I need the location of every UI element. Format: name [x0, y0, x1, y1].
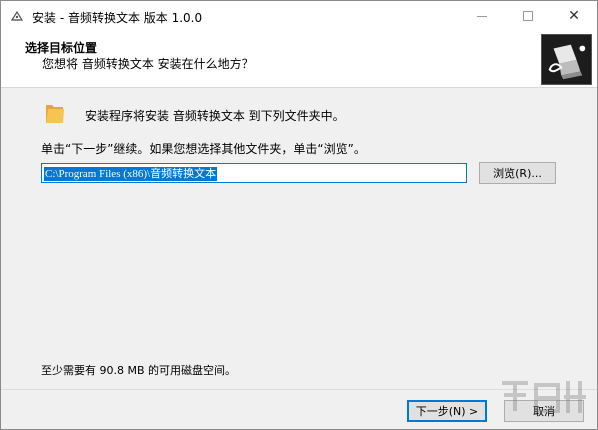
minimize-icon: [477, 15, 487, 17]
maximize-button[interactable]: [505, 1, 551, 31]
minimize-button[interactable]: [459, 1, 505, 31]
close-icon: ✕: [568, 8, 580, 24]
next-button[interactable]: 下一步(N) >: [407, 400, 487, 422]
site-watermark-logo: [502, 381, 586, 413]
installer-window: 安装 - 音频转换文本 版本 1.0.0 ✕ 选择目标位置 您想将 音频转换文本…: [0, 0, 598, 430]
wizard-header: 选择目标位置 您想将 音频转换文本 安装在什么地方？: [1, 31, 597, 88]
instruction-message: 单击“下一步”继续。如果您想选择其他文件夹，单击“浏览”。: [41, 142, 366, 156]
title-bar[interactable]: 安装 - 音频转换文本 版本 1.0.0 ✕: [1, 1, 597, 31]
install-path-value: C:\Program Files (x86)\音频转换文本: [44, 167, 218, 181]
maximize-icon: [523, 11, 533, 21]
install-path-input[interactable]: C:\Program Files (x86)\音频转换文本: [41, 163, 467, 183]
page-title: 选择目标位置: [25, 41, 98, 55]
page-subtitle: 您想将 音频转换文本 安装在什么地方？: [42, 57, 254, 71]
browse-button[interactable]: 浏览(R)...: [479, 162, 556, 184]
window-title: 安装 - 音频转换文本 版本 1.0.0: [32, 11, 203, 25]
installer-app-icon: [10, 10, 24, 21]
close-button[interactable]: ✕: [551, 1, 597, 31]
disk-space-message: 至少需要有 90.8 MB 的可用磁盘空间。: [41, 364, 237, 377]
installer-logo-icon: [541, 34, 592, 85]
install-location-message: 安装程序将安装 音频转换文本 到下列文件夹中。: [85, 109, 345, 123]
folder-icon: [46, 105, 64, 123]
